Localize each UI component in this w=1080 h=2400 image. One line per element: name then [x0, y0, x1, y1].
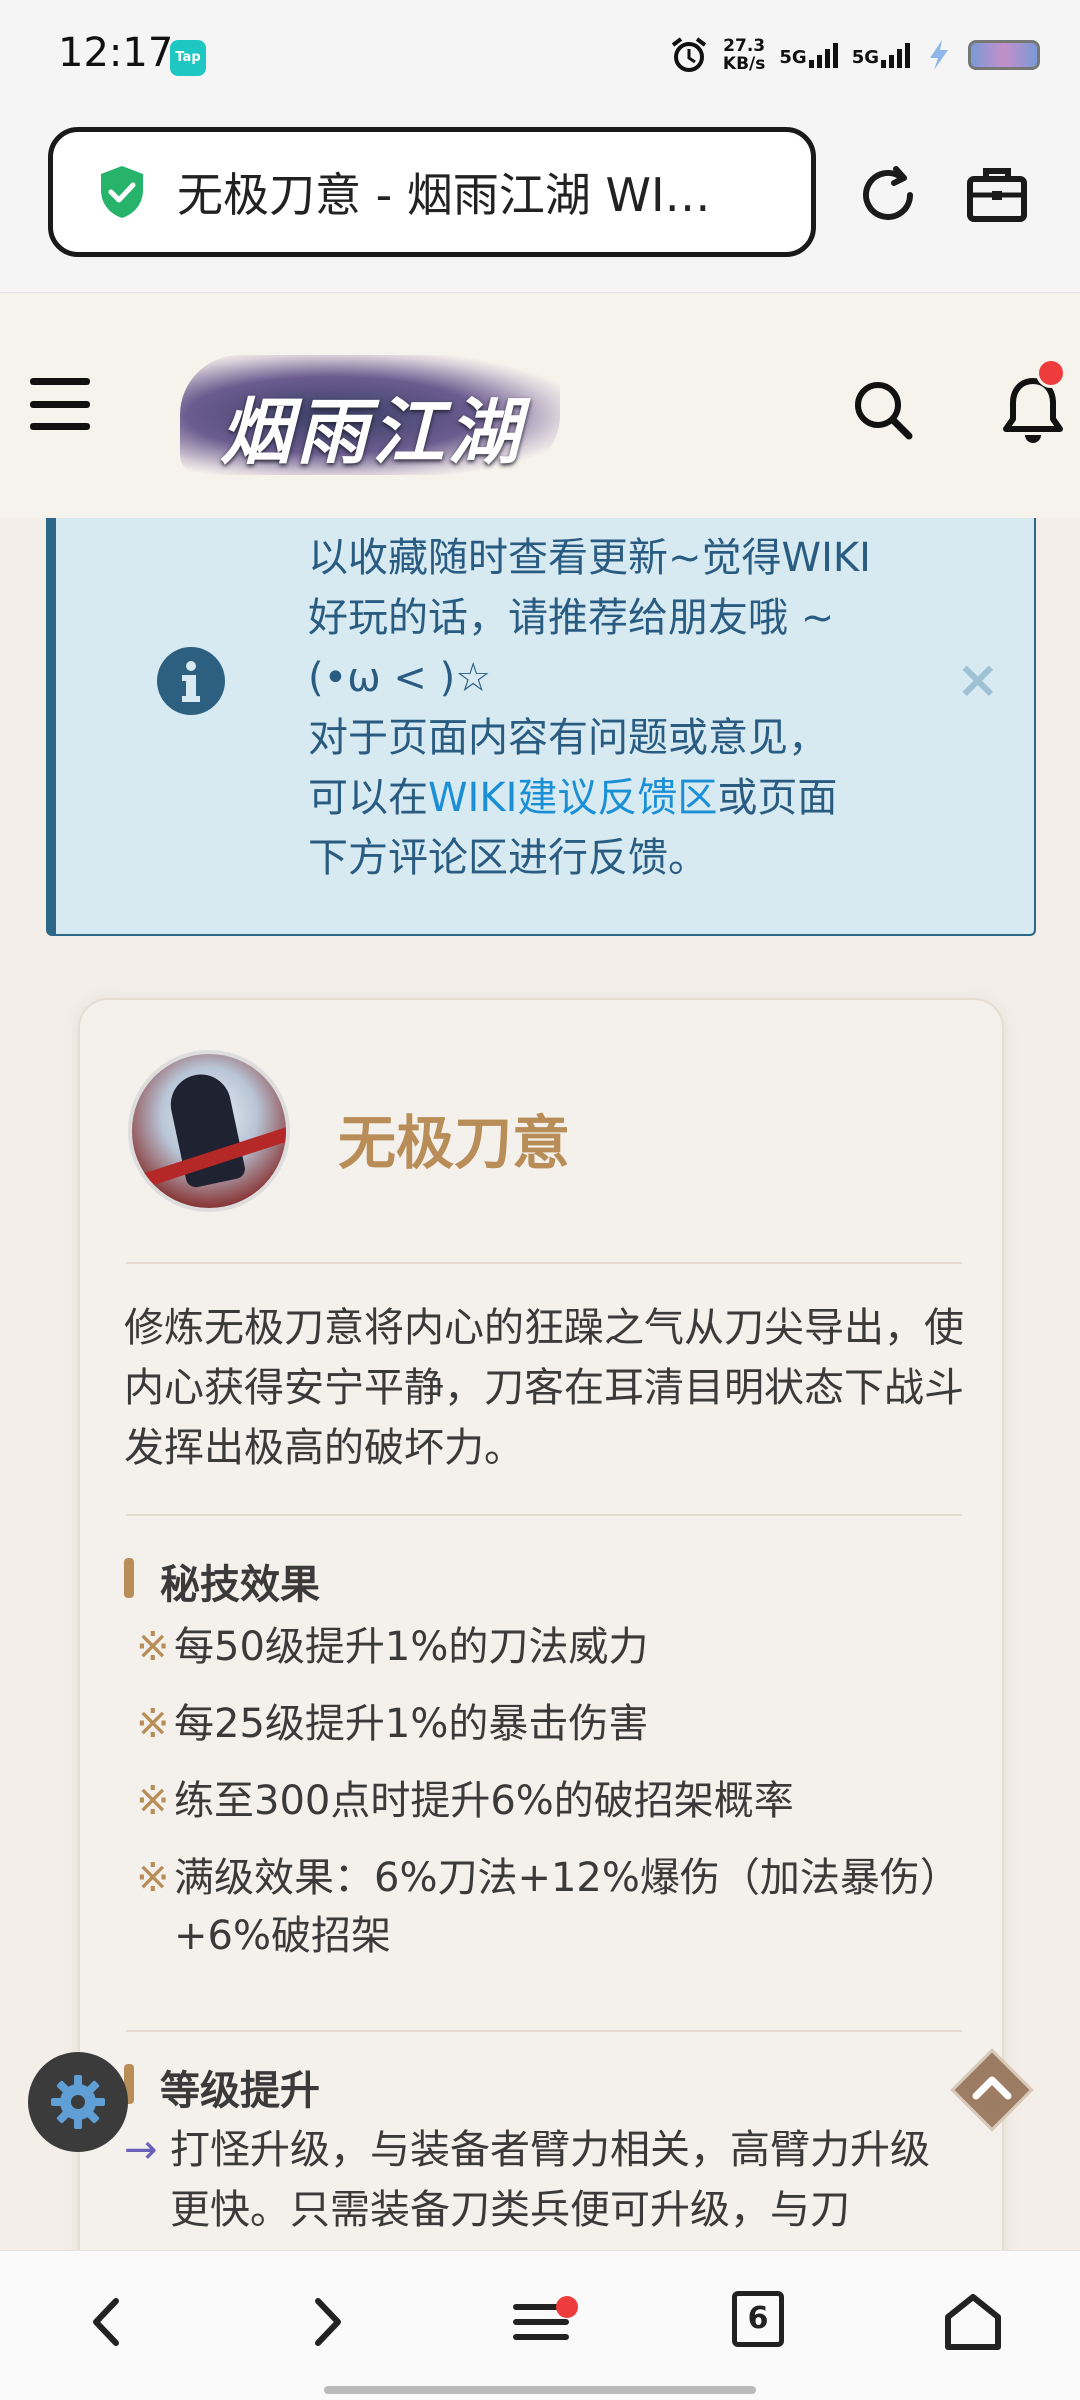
network-speed-value: 27.3 [723, 36, 766, 56]
effects-list: ※ 每50级提升1%的刀法威力 ※ 每25级提升1%的暴击伤害 ※ 练至300点时提升… [136, 1618, 966, 1984]
effect-text: 每50级提升1%的刀法威力 [174, 1624, 649, 1670]
gear-icon [51, 2075, 105, 2129]
notice-line: (•ω < )☆ [308, 655, 492, 701]
level-description: → 打怪升级，与装备者臂力相关，高臂力升级更快。只需装备刀类兵便可升级，与刀 [124, 2120, 964, 2240]
status-icons: 27.3 KB/s 5G 5G [669, 30, 1040, 80]
scroll-to-top-button[interactable] [942, 2040, 1042, 2140]
back-icon[interactable] [72, 2287, 142, 2357]
skill-card: 无极刀意 修炼无极刀意将内心的狂躁之气从刀尖导出，使内心获得安宁平静，刀客在耳清… [78, 998, 1004, 2400]
reference-mark-icon: ※ [136, 1701, 170, 1747]
reload-icon[interactable] [852, 159, 924, 231]
notice-line: 对于页面内容有问题或意见， [308, 715, 828, 761]
notice-text: 以收藏随时查看更新~觉得WIKI 好玩的话，请推荐给朋友哦 ~ (•ω < )☆… [308, 528, 948, 888]
effect-text: 满级效果：6%刀法+12%爆伤（加法暴伤）+6%破招架 [174, 1855, 960, 1959]
tabs-button[interactable]: 6 [732, 2291, 784, 2347]
menu-badge [556, 2296, 578, 2318]
skill-description: 修炼无极刀意将内心的狂躁之气从刀尖导出，使内心获得安宁平静，刀客在耳清目明状态下… [124, 1305, 964, 1471]
notice-text-fragment: 可以在 [308, 775, 428, 821]
search-icon[interactable] [848, 375, 918, 445]
sim1-label: 5G [779, 47, 807, 68]
gesture-bar [324, 2386, 756, 2394]
logo-text: 烟雨江湖 [220, 389, 525, 474]
network-speed-unit: KB/s [722, 54, 766, 74]
status-bar: 12:17 Tap 27.3 KB/s 5G 5G [0, 0, 1080, 115]
notice-line: 下方评论区进行反馈。 [308, 835, 708, 881]
reference-mark-icon: ※ [136, 1624, 170, 1670]
effect-text: 每25级提升1%的暴击伤害 [174, 1701, 649, 1747]
alarm-icon [671, 37, 707, 72]
sim2-label: 5G [851, 47, 879, 68]
level-text: 打怪升级，与装备者臂力相关，高臂力升级更快。只需装备刀类兵便可升级，与刀 [170, 2127, 930, 2233]
effects-heading: 秘技效果 [124, 1552, 320, 1610]
notice-line: 可以在WIKI建议反馈区或页面 [308, 768, 948, 828]
site-header: 烟雨江湖 [0, 293, 1080, 518]
signal-bars-icon [808, 42, 838, 68]
effect-text: 练至300点时提升6%的破招架概率 [174, 1778, 794, 1824]
notice-line: 以收藏随时查看更新~觉得WIKI [308, 535, 871, 581]
effect-item: ※ 每25级提升1%的暴击伤害 [136, 1695, 966, 1753]
divider [126, 1262, 962, 1264]
taptap-app-icon: Tap [170, 40, 206, 76]
charging-icon [930, 40, 948, 70]
signal-sim2: 5G [852, 42, 910, 68]
level-heading: 等级提升 [124, 2058, 320, 2116]
site-logo[interactable]: 烟雨江湖 [180, 355, 560, 475]
arrow-icon: → [124, 2127, 158, 2173]
notification-badge [1036, 358, 1066, 388]
home-icon[interactable] [938, 2287, 1008, 2357]
feedback-link[interactable]: WIKI建议反馈区 [428, 775, 717, 821]
reference-mark-icon: ※ [136, 1855, 170, 1901]
skill-avatar [128, 1050, 290, 1212]
signal-sim1: 5G [779, 42, 838, 68]
browser-toolbar: 无极刀意 - 烟雨江湖 WI… [0, 115, 1080, 293]
info-icon [157, 647, 225, 715]
signal-bars-icon [881, 42, 910, 68]
effect-item: ※ 练至300点时提升6%的破招架概率 [136, 1772, 966, 1830]
forward-icon[interactable] [292, 2287, 362, 2357]
notice-text-fragment: 或页面 [717, 775, 838, 821]
reference-mark-icon: ※ [136, 1778, 170, 1824]
menu-icon[interactable] [30, 378, 90, 430]
status-time: 12:17 [58, 30, 174, 76]
notice-line: 好玩的话，请推荐给朋友哦 ~ [308, 595, 835, 641]
page-title-url: 无极刀意 - 烟雨江湖 WI… [177, 168, 711, 222]
battery-icon [968, 40, 1040, 70]
close-notice-button[interactable]: × [956, 650, 1000, 710]
skill-name: 无极刀意 [338, 1109, 571, 1177]
notice-box: 以收藏随时查看更新~觉得WIKI 好玩的话，请推荐给朋友哦 ~ (•ω < )☆… [46, 518, 1036, 936]
network-speed: 27.3 KB/s [723, 37, 765, 73]
divider [126, 2030, 962, 2032]
toolbox-icon[interactable] [962, 159, 1032, 229]
effect-item: ※ 满级效果：6%刀法+12%爆伤（加法暴伤）+6%破招架 [136, 1849, 966, 1965]
browser-bottom-nav: 6 [0, 2250, 1080, 2400]
secure-shield-icon [101, 166, 143, 218]
address-bar[interactable]: 无极刀意 - 烟雨江湖 WI… [48, 127, 816, 257]
divider [126, 1514, 962, 1516]
effect-item: ※ 每50级提升1%的刀法威力 [136, 1618, 966, 1676]
settings-button[interactable] [28, 2052, 128, 2152]
